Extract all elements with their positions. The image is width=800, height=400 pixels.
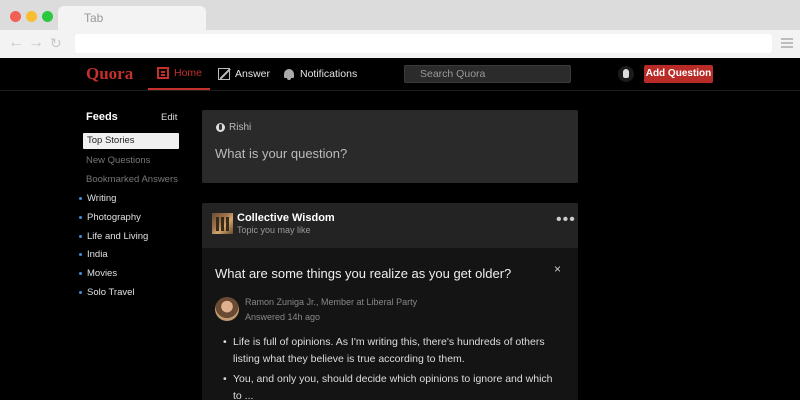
answer-timestamp: Answered 14h ago <box>245 312 321 322</box>
close-window-button[interactable] <box>10 11 21 22</box>
answer-bullet: • You, and only you, should decide which … <box>223 371 563 400</box>
topic-label: Life and Living <box>87 231 149 242</box>
browser-toolbar: ← → ↻ <box>0 30 800 58</box>
topic-dot-icon <box>79 291 82 294</box>
topic-label: Photography <box>87 212 141 223</box>
minimize-window-button[interactable] <box>26 11 37 22</box>
sidebar-item-bookmarked-answers[interactable]: Bookmarked Answers <box>86 174 178 185</box>
topic-label: Movies <box>87 268 118 279</box>
answerer-credential[interactable]: Ramon Zuniga Jr., Member at Liberal Part… <box>245 297 417 307</box>
forward-arrow-icon[interactable]: → <box>28 35 44 51</box>
nav-notifications[interactable]: Notifications <box>283 58 357 90</box>
topic-name[interactable]: Collective Wisdom <box>237 212 335 224</box>
nav-answer-label: Answer <box>235 68 271 80</box>
maximize-window-button[interactable] <box>42 11 53 22</box>
feeds-edit-link[interactable]: Edit <box>161 112 177 123</box>
sidebar-topic-life-and-living[interactable]: Life and Living <box>79 231 148 242</box>
tab-label: Tab <box>84 11 104 25</box>
sidebar-item-top-stories[interactable]: Top Stories <box>83 133 179 149</box>
ask-question-input[interactable]: What is your question? <box>215 146 347 161</box>
url-bar[interactable] <box>75 34 772 53</box>
back-arrow-icon[interactable]: ← <box>8 35 24 51</box>
nav-notifications-label: Notifications <box>300 68 358 80</box>
quora-logo[interactable]: Quora <box>86 64 133 84</box>
topic-dot-icon <box>79 235 82 238</box>
reload-icon[interactable]: ↻ <box>50 35 62 51</box>
browser-chrome: Tab ← → ↻ <box>0 0 800 58</box>
feed-card-header: Collective Wisdom Topic you may like ••• <box>202 203 578 248</box>
close-icon[interactable]: × <box>554 262 561 276</box>
pencil-icon <box>218 68 230 80</box>
sidebar-topic-writing[interactable]: Writing <box>79 193 116 204</box>
topic-label: Writing <box>87 193 117 204</box>
topic-image[interactable] <box>212 213 233 234</box>
topic-label: Solo Travel <box>87 287 135 298</box>
sidebar-item-new-questions[interactable]: New Questions <box>86 155 150 166</box>
feed-card: Collective Wisdom Topic you may like •••… <box>202 203 578 400</box>
sidebar-topic-india[interactable]: India <box>79 249 108 260</box>
user-avatar-small <box>216 123 225 132</box>
ask-user-name: Rishi <box>229 122 252 133</box>
topic-dot-icon <box>79 197 82 200</box>
search-input[interactable]: Search Quora <box>404 65 571 83</box>
question-title[interactable]: What are some things you realize as you … <box>215 266 511 281</box>
topic-label: India <box>87 249 108 260</box>
nav-home[interactable]: Home <box>148 58 211 90</box>
add-question-button[interactable]: Add Question <box>644 65 713 83</box>
ask-question-card[interactable]: Rishi What is your question? <box>202 110 578 183</box>
sidebar-topic-movies[interactable]: Movies <box>79 268 117 279</box>
topic-subtitle: Topic you may like <box>237 225 311 235</box>
nav-home-label: Home <box>174 67 203 79</box>
sidebar-topic-solo-travel[interactable]: Solo Travel <box>79 287 135 298</box>
ask-user: Rishi <box>216 122 251 133</box>
sidebar-topic-photography[interactable]: Photography <box>79 212 141 223</box>
nav-answer[interactable]: Answer <box>218 58 270 90</box>
bell-icon <box>283 68 295 80</box>
topic-dot-icon <box>79 216 82 219</box>
answer-bullet: • Life is full of opinions. As I'm writin… <box>223 334 563 368</box>
more-options-icon[interactable]: ••• <box>556 211 576 229</box>
browser-tab[interactable]: Tab <box>58 6 206 30</box>
feeds-title: Feeds <box>86 111 118 123</box>
site-header: Quora Home Answer Notifications Search Q… <box>0 58 800 91</box>
hamburger-menu-icon[interactable] <box>781 38 793 50</box>
user-avatar[interactable] <box>618 66 634 82</box>
topic-dot-icon <box>79 253 82 256</box>
answerer-avatar[interactable] <box>215 297 239 321</box>
answer-bullet-text: You, and only you, should decide which o… <box>233 373 553 400</box>
answer-bullet-text: Life is full of opinions. As I'm writing… <box>233 336 545 365</box>
home-icon <box>157 67 169 79</box>
topic-dot-icon <box>79 272 82 275</box>
